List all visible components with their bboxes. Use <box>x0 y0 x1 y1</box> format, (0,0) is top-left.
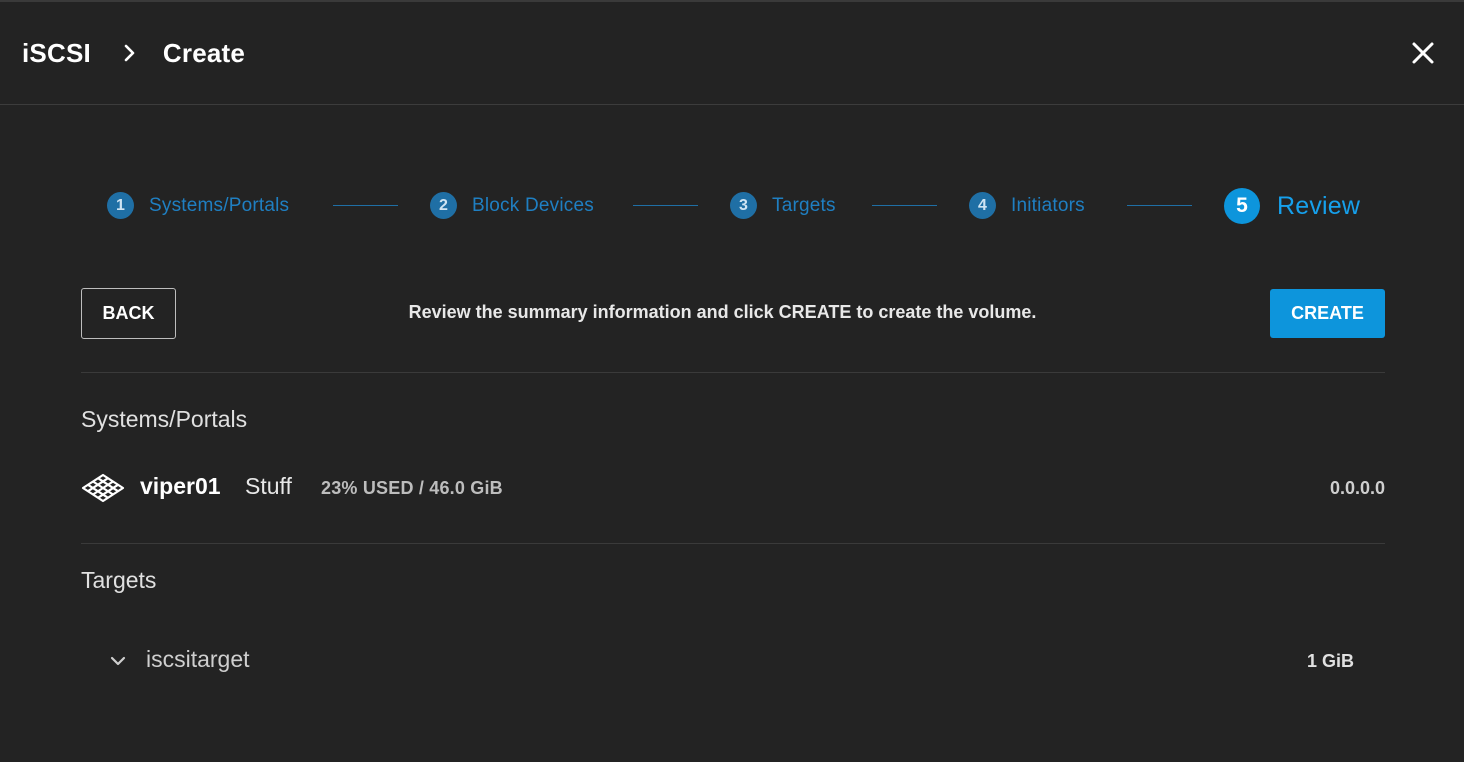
breadcrumb-create: Create <box>162 37 246 68</box>
step-review[interactable]: 5 Review <box>1224 188 1360 224</box>
step-number: 4 <box>969 192 996 219</box>
system-row: viper01 Stuff 23% USED / 46.0 GiB 0.0.0.… <box>81 468 1385 508</box>
breadcrumb: iSCSI Create <box>22 36 245 70</box>
step-number: 3 <box>730 192 757 219</box>
step-number: 5 <box>1224 188 1260 224</box>
step-label: Review <box>1277 191 1361 220</box>
step-systems-portals[interactable]: 1 Systems/Portals <box>107 192 289 219</box>
chevron-right-icon <box>105 36 155 70</box>
section-divider <box>81 543 1385 544</box>
back-button[interactable]: BACK <box>81 288 176 339</box>
step-label: Systems/Portals <box>149 194 290 216</box>
dialog-header: iSCSI Create <box>0 0 1464 105</box>
close-icon[interactable] <box>1406 36 1440 70</box>
target-row[interactable]: iscsitarget 1 GiB <box>81 640 1385 680</box>
chevron-down-icon[interactable] <box>109 652 127 670</box>
step-connector <box>633 205 698 206</box>
storage-system-logo-icon <box>81 473 125 503</box>
step-block-devices[interactable]: 2 Block Devices <box>430 192 594 219</box>
review-instructions: Review the summary information and click… <box>408 302 1037 322</box>
step-targets[interactable]: 3 Targets <box>730 192 836 219</box>
step-connector <box>333 205 398 206</box>
system-pool: Stuff <box>245 473 292 499</box>
step-connector <box>872 205 937 206</box>
step-label: Targets <box>772 194 836 216</box>
wizard-stepper: 1 Systems/Portals 2 Block Devices 3 Targ… <box>0 188 1464 224</box>
system-ip: 0.0.0.0 <box>1329 478 1385 498</box>
breadcrumb-iscsi[interactable]: iSCSI <box>22 38 91 69</box>
step-label: Block Devices <box>472 194 594 216</box>
targets-section-title: Targets <box>81 567 157 593</box>
step-number: 2 <box>430 192 457 219</box>
step-label: Initiators <box>1011 194 1085 216</box>
step-connector <box>1127 205 1192 206</box>
section-divider <box>81 372 1385 373</box>
target-size: 1 GiB <box>1307 651 1355 671</box>
step-initiators[interactable]: 4 Initiators <box>969 192 1085 219</box>
target-name: iscsitarget <box>146 646 250 672</box>
systems-section-title: Systems/Portals <box>81 406 248 432</box>
create-button[interactable]: CREATE <box>1270 289 1385 338</box>
system-usage: 23% USED / 46.0 GiB <box>321 478 503 498</box>
system-name: viper01 <box>140 473 221 499</box>
step-number: 1 <box>107 192 134 219</box>
